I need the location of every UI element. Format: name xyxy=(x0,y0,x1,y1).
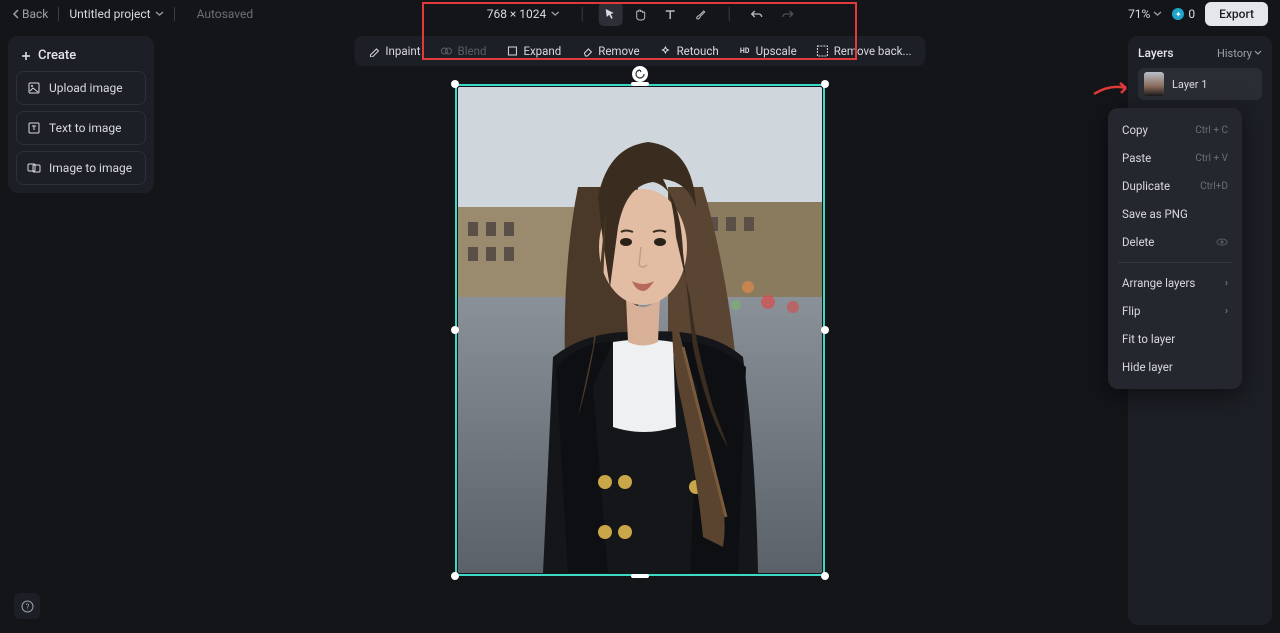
arrow-annotation xyxy=(1092,78,1132,98)
layers-title: Layers xyxy=(1138,46,1174,60)
retouch-icon xyxy=(660,45,672,57)
chevron-right-icon: › xyxy=(1225,278,1228,289)
project-name[interactable]: Untitled project xyxy=(69,7,163,21)
resize-handle-tl[interactable] xyxy=(451,80,459,88)
resize-handle-tr[interactable] xyxy=(821,80,829,88)
hand-tool[interactable] xyxy=(628,2,652,26)
ctx-flip[interactable]: Flip› xyxy=(1108,297,1242,325)
layer-name: Layer 1 xyxy=(1172,78,1207,91)
resize-handle-mr[interactable] xyxy=(821,326,829,334)
brush-tool[interactable] xyxy=(688,2,712,26)
credits-counter[interactable]: ✦ 0 xyxy=(1172,7,1195,21)
ctx-paste[interactable]: PasteCtrl + V xyxy=(1108,144,1242,172)
ctx-hide[interactable]: Hide layer xyxy=(1108,353,1242,381)
text-tool[interactable] xyxy=(658,2,682,26)
cursor-tool[interactable] xyxy=(598,2,622,26)
t2i-icon xyxy=(27,121,41,135)
credit-icon: ✦ xyxy=(1172,8,1184,20)
separator xyxy=(1118,262,1232,263)
visibility-icon xyxy=(1216,236,1228,248)
i2i-icon xyxy=(27,161,41,175)
plus-icon xyxy=(20,50,32,62)
autosaved-label: Autosaved xyxy=(197,7,254,21)
upload-image-button[interactable]: Upload image xyxy=(16,71,146,105)
ctx-arrange[interactable]: Arrange layers› xyxy=(1108,269,1242,297)
text-to-image-button[interactable]: Text to image xyxy=(16,111,146,145)
zoom-level[interactable]: 71% xyxy=(1128,7,1162,21)
retouch-button[interactable]: Retouch xyxy=(652,40,727,62)
layer-item[interactable]: Layer 1 xyxy=(1138,68,1262,100)
resize-handle-br[interactable] xyxy=(821,572,829,580)
expand-icon xyxy=(506,45,518,57)
remove-bg-icon xyxy=(817,45,829,57)
blend-button: Blend xyxy=(433,40,495,62)
expand-button[interactable]: Expand xyxy=(498,40,569,62)
upscale-button[interactable]: HD Upscale xyxy=(731,40,805,62)
ctx-save-png[interactable]: Save as PNG xyxy=(1108,200,1242,228)
canvas-dimensions[interactable]: 768 × 1024 xyxy=(481,7,566,21)
ctx-fit[interactable]: Fit to layer xyxy=(1108,325,1242,353)
canvas[interactable] xyxy=(455,84,825,576)
resize-handle-ml[interactable] xyxy=(451,326,459,334)
upload-icon xyxy=(27,81,41,95)
hd-icon: HD xyxy=(739,45,751,57)
undo-button[interactable] xyxy=(745,2,769,26)
ctx-duplicate[interactable]: DuplicateCtrl+D xyxy=(1108,172,1242,200)
help-icon: ? xyxy=(21,600,34,613)
create-panel: Create Upload image Text to image Image … xyxy=(8,36,154,193)
remove-bg-button[interactable]: Remove back... xyxy=(809,40,920,62)
rotate-handle[interactable] xyxy=(632,66,648,82)
help-button[interactable]: ? xyxy=(14,593,40,619)
ctx-copy[interactable]: CopyCtrl + C xyxy=(1108,116,1242,144)
svg-text:?: ? xyxy=(25,602,29,611)
divider xyxy=(581,7,582,21)
canvas-image[interactable] xyxy=(458,87,822,573)
eraser-icon xyxy=(581,45,593,57)
divider xyxy=(728,7,729,21)
remove-button[interactable]: Remove xyxy=(573,40,647,62)
inpaint-icon xyxy=(368,45,380,57)
history-button[interactable]: History xyxy=(1217,47,1262,60)
layer-context-menu: CopyCtrl + C PasteCtrl + V DuplicateCtrl… xyxy=(1108,108,1242,389)
resize-handle-top[interactable] xyxy=(631,82,649,86)
action-toolbar: Inpaint Blend Expand Remove Retouch HD U… xyxy=(354,36,925,66)
layer-thumbnail xyxy=(1144,72,1164,96)
inpaint-button[interactable]: Inpaint xyxy=(360,40,428,62)
redo-button[interactable] xyxy=(775,2,799,26)
divider xyxy=(58,7,59,21)
image-to-image-button[interactable]: Image to image xyxy=(16,151,146,185)
blend-icon xyxy=(441,45,453,57)
export-button[interactable]: Export xyxy=(1205,2,1268,26)
back-label: Back xyxy=(22,7,48,21)
resize-handle-bl[interactable] xyxy=(451,572,459,580)
divider xyxy=(174,7,175,21)
back-button[interactable]: Back xyxy=(12,7,48,21)
chevron-right-icon: › xyxy=(1225,306,1228,317)
create-header: Create xyxy=(16,44,146,71)
ctx-delete[interactable]: Delete xyxy=(1108,228,1242,256)
resize-handle-bottom[interactable] xyxy=(631,574,649,578)
